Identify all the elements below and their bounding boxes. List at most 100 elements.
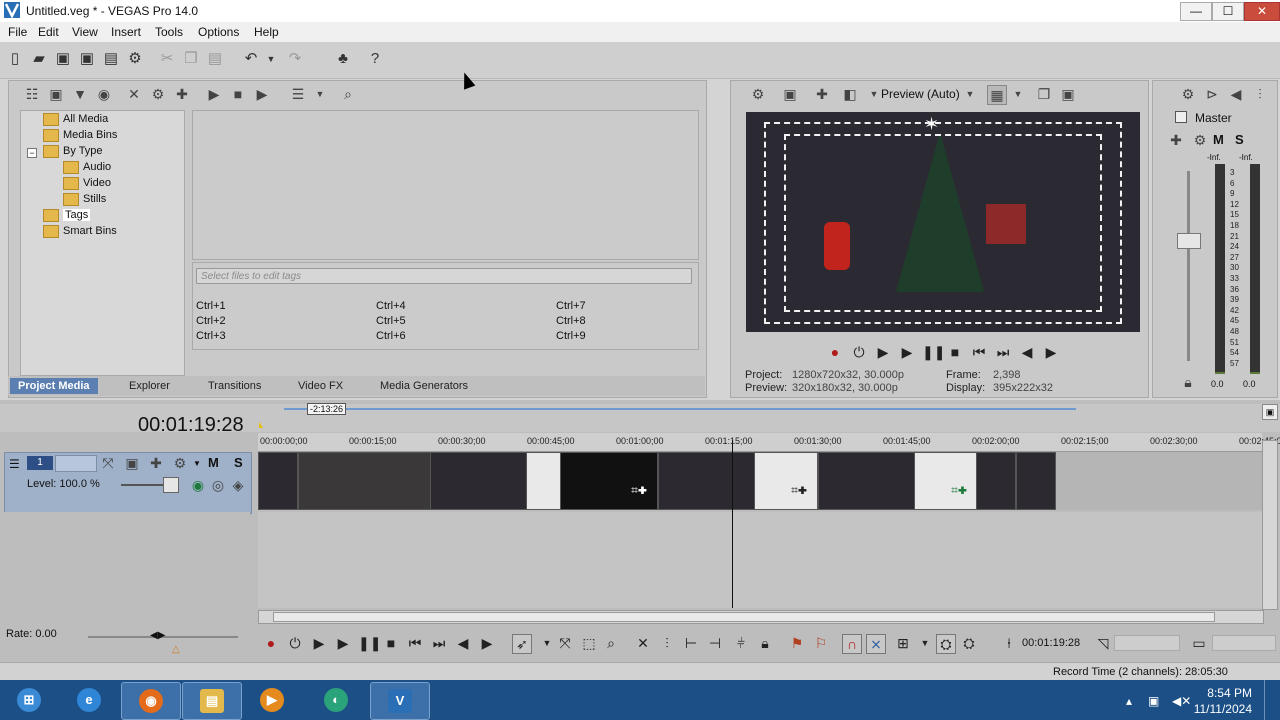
menu-tools[interactable]: Tools <box>155 25 183 39</box>
tab-video-fx[interactable]: Video FX <box>290 378 351 394</box>
menu-file[interactable]: File <box>8 25 27 39</box>
selection-duration-field[interactable] <box>1212 635 1276 651</box>
envelope-tool-icon[interactable]: ⤧ <box>556 634 574 652</box>
overlays-dropdown-icon[interactable]: ▼ <box>1009 85 1027 103</box>
timeline-corner-button[interactable]: ▣ <box>1262 404 1278 420</box>
new-project-icon[interactable]: ▯ <box>6 50 24 68</box>
go-to-end-icon[interactable]: ⏭ <box>430 634 448 652</box>
play-icon[interactable]: ▶ <box>334 634 352 652</box>
record-icon[interactable]: ● <box>826 343 844 361</box>
media-fx-icon[interactable]: ⚙ <box>149 85 167 103</box>
delete-icon[interactable]: ✕ <box>634 634 652 652</box>
insert-region-icon[interactable]: ⚐ <box>812 634 830 652</box>
tree-item-stills[interactable]: Stills <box>63 192 106 206</box>
time-ruler[interactable]: 00:00:00;00 00:00:15;00 00:00:30;00 00:0… <box>258 433 1280 452</box>
play-icon[interactable]: ▶ <box>898 343 916 361</box>
undo-icon[interactable]: ↶ <box>242 50 260 68</box>
copy-icon[interactable]: ❐ <box>182 50 200 68</box>
video-clip[interactable] <box>976 452 1016 510</box>
start-button[interactable]: ⊞ <box>0 682 58 718</box>
video-clip[interactable]: ⌗✚ <box>914 452 978 510</box>
video-clip[interactable] <box>526 452 562 510</box>
show-desktop-button[interactable] <box>1264 680 1280 720</box>
paste-icon[interactable]: ▤ <box>206 50 224 68</box>
mixer-icon[interactable]: ⫶ <box>1251 85 1269 103</box>
tab-transitions[interactable]: Transitions <box>200 378 269 394</box>
record-icon[interactable]: ● <box>262 634 280 652</box>
tag-shortcut[interactable]: Ctrl+2 <box>196 315 226 327</box>
save-snapshot-icon[interactable]: ▣ <box>1059 85 1077 103</box>
tree-item-tags[interactable]: Tags <box>43 208 91 222</box>
playhead-cursor[interactable] <box>732 440 733 608</box>
clock-time[interactable]: 8:54 PM <box>1196 686 1252 700</box>
master-fader-handle[interactable] <box>1177 233 1201 249</box>
track-mute-button[interactable]: M <box>208 455 219 470</box>
stop-icon[interactable]: ■ <box>946 343 964 361</box>
enable-snapping-icon[interactable]: ♣ <box>334 50 352 68</box>
video-track-lane[interactable]: ⌗✚ ⌗✚ ⌗✚ <box>258 452 1262 510</box>
tree-item-audio[interactable]: Audio <box>63 160 111 174</box>
track-name-field[interactable] <box>55 455 97 472</box>
start-preview-icon[interactable]: ▶ <box>205 85 223 103</box>
properties-gear-icon[interactable]: ⚙ <box>126 50 144 68</box>
get-media-icon[interactable]: ▼ <box>71 85 89 103</box>
trim-end-icon[interactable]: ⊣ <box>706 634 724 652</box>
track-motion-blur-icon[interactable]: ◈ <box>229 476 247 494</box>
tag-shortcut[interactable]: Ctrl+3 <box>196 330 226 342</box>
cursor-time-display[interactable]: 00:01:19:28 <box>1022 637 1080 649</box>
insert-marker-icon[interactable]: ⚑ <box>788 634 806 652</box>
tab-project-media[interactable]: Project Media <box>10 378 98 394</box>
split-icon[interactable]: ⫩ <box>732 634 750 652</box>
tags-input[interactable]: Select files to edit tags <box>196 268 692 284</box>
track-motion-icon[interactable]: ⤧ <box>99 454 117 472</box>
video-clip[interactable] <box>258 452 298 510</box>
render-as-icon[interactable]: ▤ <box>102 50 120 68</box>
event-pan-crop-icon[interactable]: ⌗✚ <box>631 483 647 498</box>
vertical-scrollbar[interactable] <box>1262 440 1278 610</box>
loop-region-bar[interactable] <box>284 408 1076 410</box>
preview-quality-dropdown-icon[interactable]: ▼ <box>961 85 979 103</box>
lock-icon[interactable]: 🔒︎ <box>1179 373 1197 391</box>
previous-frame-icon[interactable]: ◀ <box>1018 343 1036 361</box>
save-icon[interactable]: ▣ <box>54 50 72 68</box>
tag-shortcut[interactable]: Ctrl+5 <box>376 315 406 327</box>
auto-crossfade-icon[interactable]: ⨯ <box>866 634 886 654</box>
lock-event-icon[interactable]: 🔒︎ <box>756 634 774 652</box>
taskbar-app[interactable]: ◐ <box>307 682 365 718</box>
play-from-start-icon[interactable]: ▶ <box>310 634 328 652</box>
next-frame-icon[interactable]: ▶ <box>1042 343 1060 361</box>
collapse-toggle-icon[interactable]: − <box>27 148 37 158</box>
preview-properties-gear-icon[interactable]: ⚙ <box>749 85 767 103</box>
go-to-start-icon[interactable]: ⏮ <box>406 634 424 652</box>
tab-explorer[interactable]: Explorer <box>121 378 178 394</box>
tag-shortcut[interactable]: Ctrl+9 <box>556 330 586 342</box>
master-solo-button[interactable]: S <box>1235 132 1244 147</box>
views-dropdown-icon[interactable]: ▼ <box>311 85 329 103</box>
video-clip[interactable] <box>1016 452 1056 510</box>
master-select-checkbox[interactable] <box>1175 111 1187 123</box>
horizontal-scrollbar[interactable] <box>258 610 1264 624</box>
stop-preview-icon[interactable]: ■ <box>229 85 247 103</box>
views-icon[interactable]: ☰ <box>289 85 307 103</box>
close-button[interactable]: ✕ <box>1244 2 1280 21</box>
show-hidden-icons-icon[interactable]: ▴ <box>1126 694 1132 708</box>
tag-shortcut[interactable]: Ctrl+1 <box>196 300 226 312</box>
master-properties-gear-icon[interactable]: ⚙ <box>1179 85 1197 103</box>
search-icon[interactable]: ⌕ <box>339 85 357 103</box>
level-slider-handle[interactable] <box>163 477 179 493</box>
media-file-list[interactable] <box>192 110 699 260</box>
preview-fx-icon[interactable]: ◧ <box>841 85 859 103</box>
media-generators-icon[interactable]: ✚ <box>173 85 191 103</box>
open-icon[interactable]: ▰ <box>30 50 48 68</box>
stop-icon[interactable]: ■ <box>382 634 400 652</box>
tree-item-video[interactable]: Video <box>63 176 111 190</box>
normal-edit-tool-icon[interactable]: ➶ <box>512 634 532 654</box>
overlays-grid-icon[interactable]: ▦ <box>987 85 1007 105</box>
tag-shortcut[interactable]: Ctrl+8 <box>556 315 586 327</box>
menu-insert[interactable]: Insert <box>111 25 141 39</box>
selection-length-field[interactable] <box>1114 635 1180 651</box>
pause-icon[interactable]: ❚❚ <box>922 343 945 361</box>
selection-tool-icon[interactable]: ⬚ <box>580 634 598 652</box>
save-as-icon[interactable]: ▣ <box>78 50 96 68</box>
event-pan-crop-icon[interactable]: ⌗✚ <box>951 483 967 498</box>
